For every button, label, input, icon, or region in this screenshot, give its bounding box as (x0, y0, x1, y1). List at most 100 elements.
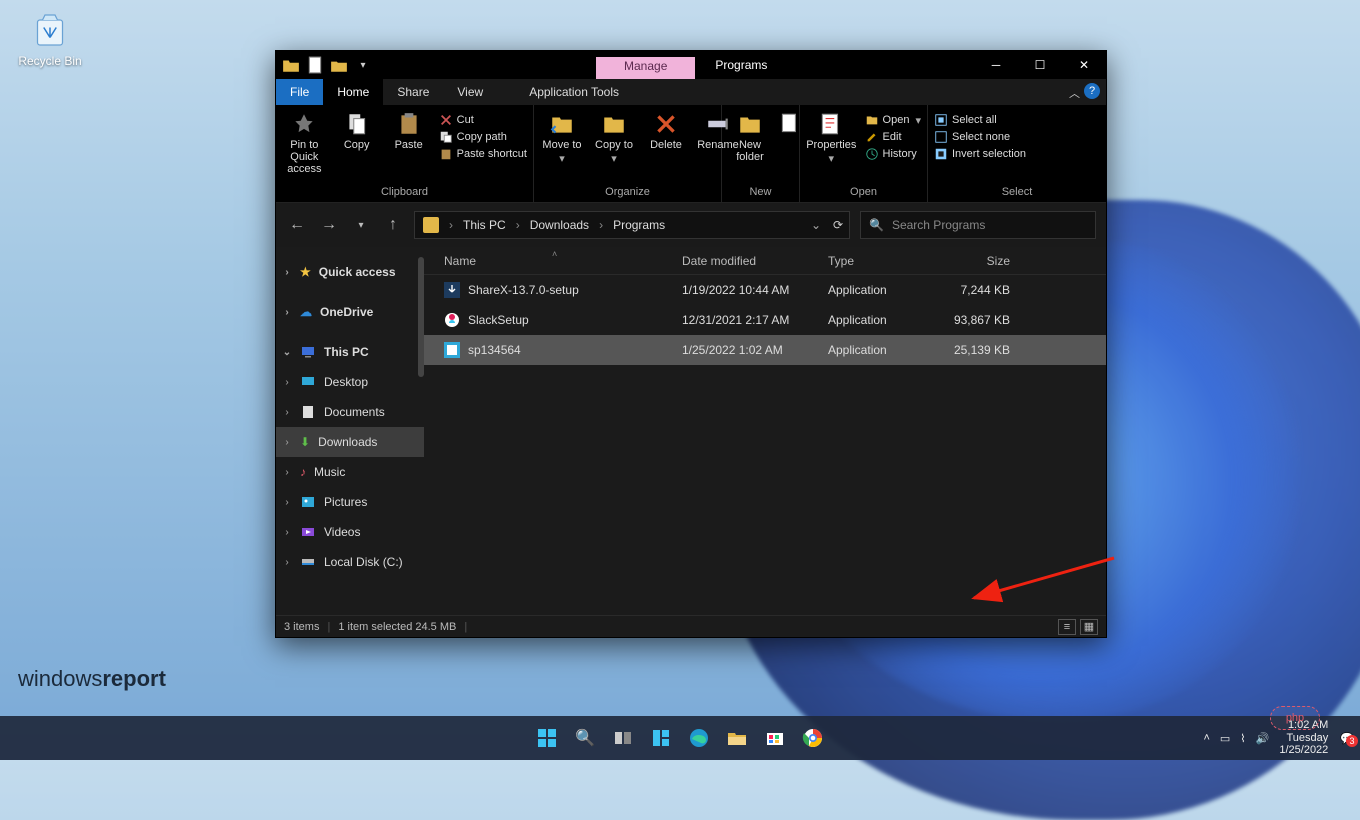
videos-icon (300, 524, 316, 540)
recent-locations-button[interactable]: ▾ (350, 214, 372, 236)
taskbar[interactable]: 🔍 ˄ ▭ ⌇ 🔊 1:02 AM Tuesday 1/25/2022 💬3 (0, 716, 1360, 760)
ribbon-group-label: Clipboard (282, 184, 527, 200)
desktop-icon-recycle-bin[interactable]: Recycle Bin (18, 10, 82, 68)
volume-icon[interactable]: 🔊 (1256, 732, 1270, 745)
close-button[interactable]: ✕ (1062, 51, 1106, 79)
file-date: 12/31/2021 2:17 AM (682, 313, 828, 327)
pictures-icon (300, 494, 316, 510)
address-bar-row: ← → ▾ ↑ › This PC › Downloads › Programs… (276, 203, 1106, 247)
contextual-tab-manage[interactable]: Manage (596, 57, 695, 79)
col-type[interactable]: Type (828, 254, 948, 268)
ribbon-group-select: Select all Select none Invert selection … (928, 105, 1106, 202)
edge-button[interactable] (685, 724, 713, 752)
tab-application-tools[interactable]: Application Tools (515, 79, 633, 105)
tab-view[interactable]: View (443, 79, 497, 105)
nav-pictures[interactable]: ›Pictures (276, 487, 424, 517)
select-all-button[interactable]: Select all (934, 113, 1026, 127)
tab-share[interactable]: Share (383, 79, 443, 105)
nav-downloads[interactable]: ›⬇Downloads (276, 427, 424, 457)
breadcrumb-dropdown-icon[interactable]: ⌄ (811, 218, 821, 232)
new-item-button[interactable] (780, 109, 800, 139)
breadcrumb-thispc[interactable]: This PC (463, 218, 506, 232)
file-name: SlackSetup (468, 313, 529, 327)
select-none-button[interactable]: Select none (934, 130, 1026, 144)
file-size: 25,139 KB (948, 343, 1026, 357)
move-to-button[interactable]: Move to▾ (540, 109, 584, 167)
edit-button[interactable]: Edit (865, 130, 921, 144)
tab-file[interactable]: File (276, 79, 323, 105)
properties-button[interactable]: Properties▾ (806, 109, 857, 167)
cut-button[interactable]: Cut (439, 113, 527, 127)
col-date[interactable]: Date modified (682, 254, 828, 268)
refresh-button[interactable]: ⟳ (833, 218, 843, 232)
nav-local-disk[interactable]: ›Local Disk (C:) (276, 547, 424, 577)
nav-this-pc[interactable]: ⌄This PC (276, 337, 424, 367)
column-headers[interactable]: Name Date modified Type Size (424, 247, 1106, 275)
search-taskbar-button[interactable]: 🔍 (571, 724, 599, 752)
nav-pane[interactable]: ›★Quick access ›☁OneDrive ⌄This PC ›Desk… (276, 247, 424, 615)
paste-button[interactable]: Paste (387, 109, 431, 153)
history-icon (865, 147, 879, 161)
ribbon-group-new: New folder New (722, 105, 800, 202)
breadcrumb-downloads[interactable]: Downloads (530, 218, 589, 232)
nav-onedrive[interactable]: ›☁OneDrive (276, 297, 424, 327)
tab-home[interactable]: Home (323, 79, 383, 105)
wifi-icon[interactable]: ⌇ (1240, 732, 1245, 745)
select-all-icon (934, 113, 948, 127)
ribbon-group-clipboard: Pin to Quick access Copy Paste Cut Copy … (276, 105, 534, 202)
chrome-button[interactable] (799, 724, 827, 752)
copy-to-button[interactable]: Copy to▾ (592, 109, 636, 167)
history-button[interactable]: History (865, 147, 921, 161)
app-icon (444, 282, 460, 298)
nav-documents[interactable]: ›Documents (276, 397, 424, 427)
help-button[interactable]: ? (1084, 83, 1100, 99)
nav-desktop[interactable]: ›Desktop (276, 367, 424, 397)
explorer-taskbar-button[interactable] (723, 724, 751, 752)
ribbon-group-label: Select (934, 184, 1100, 200)
copy-path-button[interactable]: Copy path (439, 130, 527, 144)
invert-selection-button[interactable]: Invert selection (934, 147, 1026, 161)
file-explorer-window: ▾ Manage Programs ─ ☐ ✕ File Home Share … (275, 50, 1107, 638)
breadcrumb[interactable]: › This PC › Downloads › Programs ⌄ ⟳ (414, 211, 850, 239)
pin-to-quick-access-button[interactable]: Pin to Quick access (282, 109, 327, 177)
search-input[interactable]: 🔍 Search Programs (860, 211, 1096, 239)
nav-quick-access[interactable]: ›★Quick access (276, 257, 424, 287)
battery-icon[interactable]: ▭ (1220, 732, 1230, 745)
file-row[interactable]: ShareX-13.7.0-setup 1/19/2022 10:44 AM A… (424, 275, 1106, 305)
col-size[interactable]: Size (948, 254, 1026, 268)
up-button[interactable]: ↑ (382, 214, 404, 236)
maximize-button[interactable]: ☐ (1018, 51, 1062, 79)
qat-dropdown-icon[interactable]: ▾ (354, 56, 372, 74)
breadcrumb-programs[interactable]: Programs (613, 218, 665, 232)
view-details-button[interactable]: ≡ (1058, 619, 1076, 635)
search-icon: 🔍 (869, 218, 884, 232)
store-button[interactable] (761, 724, 789, 752)
copy-button[interactable]: Copy (335, 109, 379, 153)
start-button[interactable] (533, 724, 561, 752)
widgets-button[interactable] (647, 724, 675, 752)
task-view-button[interactable] (609, 724, 637, 752)
titlebar[interactable]: ▾ Manage Programs ─ ☐ ✕ (276, 51, 1106, 79)
notifications-icon[interactable]: 💬3 (1340, 732, 1354, 745)
new-folder-button[interactable]: New folder (728, 109, 772, 165)
tray-overflow-icon[interactable]: ˄ (1203, 732, 1209, 744)
nav-music[interactable]: ›♪Music (276, 457, 424, 487)
documents-icon (300, 404, 316, 420)
file-list[interactable]: ˄ Name Date modified Type Size ShareX-13… (424, 247, 1106, 615)
delete-button[interactable]: Delete (644, 109, 688, 153)
nav-videos[interactable]: ›Videos (276, 517, 424, 547)
paste-shortcut-button[interactable]: Paste shortcut (439, 147, 527, 161)
collapse-ribbon-icon[interactable]: ︿ (1069, 85, 1080, 101)
file-row-selected[interactable]: sp134564 1/25/2022 1:02 AM Application 2… (424, 335, 1106, 365)
invert-selection-icon (934, 147, 948, 161)
file-name: ShareX-13.7.0-setup (468, 283, 579, 297)
forward-button[interactable]: → (318, 214, 340, 236)
minimize-button[interactable]: ─ (974, 51, 1018, 79)
open-button[interactable]: Open▾ (865, 113, 921, 127)
file-row[interactable]: SlackSetup 12/31/2021 2:17 AM Applicatio… (424, 305, 1106, 335)
view-thumbnails-button[interactable]: ▦ (1080, 619, 1098, 635)
ribbon: Pin to Quick access Copy Paste Cut Copy … (276, 105, 1106, 203)
back-button[interactable]: ← (286, 214, 308, 236)
status-bar: 3 items | 1 item selected 24.5 MB | ≡ ▦ (276, 615, 1106, 637)
document-icon (306, 56, 324, 74)
